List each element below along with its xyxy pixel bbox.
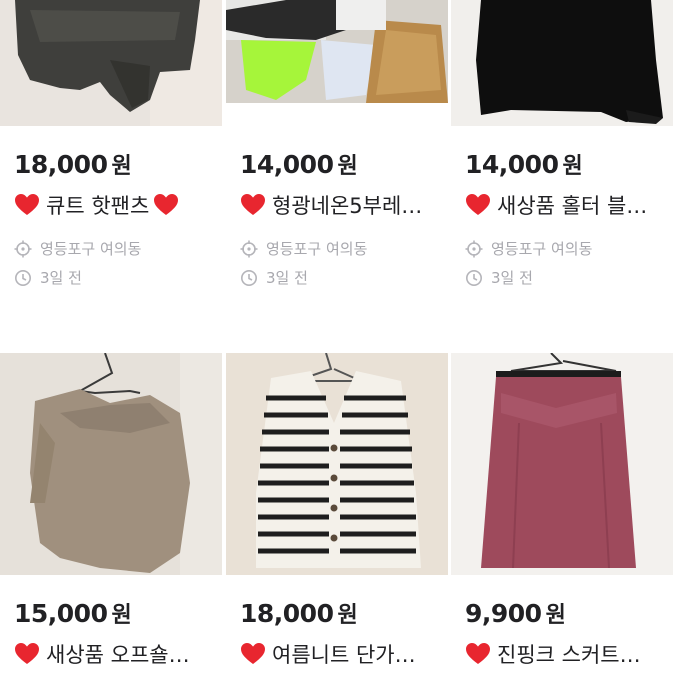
item-time: 3일 전 [240,267,308,288]
product-image[interactable] [0,353,222,575]
heart-icon [240,642,266,666]
heart-icon [240,193,266,217]
item-location: 영등포구 여의동 [240,238,367,259]
clock-icon [14,269,32,287]
product-image[interactable] [451,353,673,575]
item-price: 18,000 원 [14,150,132,179]
item-location: 영등포구 여의동 [465,238,592,259]
item-title: 새상품 오프숄… [14,639,219,669]
product-grid: 18,000 원 큐트 핫팬츠 영등포구 여의동 3일 전 14,000 원 형… [0,0,673,673]
item-title: 형광네온5부레… [240,190,445,220]
item-time: 3일 전 [14,267,82,288]
product-card[interactable]: 18,000 원 큐트 핫팬츠 영등포구 여의동 3일 전 [0,0,222,300]
item-price: 14,000 원 [465,150,583,179]
product-image[interactable] [226,0,448,103]
product-card[interactable]: 18,000 원 여름니트 단가… [226,353,448,673]
item-location: 영등포구 여의동 [14,238,141,259]
product-image[interactable] [451,0,673,126]
heart-icon [153,193,179,217]
product-card[interactable]: 14,000 원 형광네온5부레… 영등포구 여의동 3일 전 [226,0,448,300]
item-price: 15,000 원 [14,599,132,628]
item-title: 여름니트 단가… [240,639,445,669]
heart-icon [465,193,491,217]
item-time: 3일 전 [465,267,533,288]
location-target-icon [240,240,258,258]
location-target-icon [14,240,32,258]
item-price: 18,000 원 [240,599,358,628]
product-image[interactable] [226,353,448,575]
location-target-icon [465,240,483,258]
item-price: 14,000 원 [240,150,358,179]
heart-icon [465,642,491,666]
product-card[interactable]: 14,000 원 새상품 홀터 블… 영등포구 여의동 3일 전 [451,0,673,300]
clock-icon [240,269,258,287]
heart-icon [14,642,40,666]
product-image[interactable] [0,0,222,126]
item-title: 큐트 핫팬츠 [14,190,219,220]
heart-icon [14,193,40,217]
item-title: 새상품 홀터 블… [465,190,670,220]
item-price: 9,900 원 [465,599,566,628]
product-card[interactable]: 9,900 원 진핑크 스커트… [451,353,673,673]
product-card[interactable]: 15,000 원 새상품 오프숄… [0,353,222,673]
clock-icon [465,269,483,287]
item-title: 진핑크 스커트… [465,639,670,669]
